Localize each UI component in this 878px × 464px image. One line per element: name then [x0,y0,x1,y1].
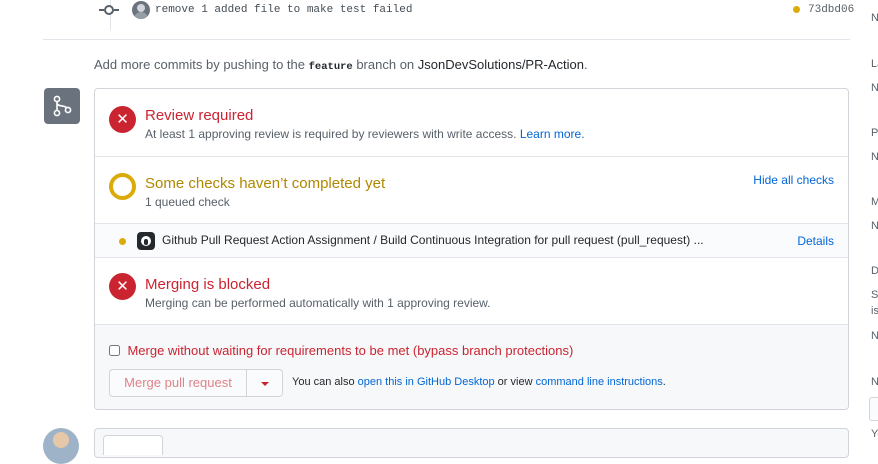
sidebar-button[interactable] [869,397,878,421]
sidebar-fragment: N [871,82,878,94]
push-info-text: Add more commits by pushing to the featu… [94,57,588,73]
bypass-label[interactable]: Merge without waiting for requirements t… [127,343,573,358]
learn-more-link[interactable]: Learn more. [520,127,585,141]
commit-icon [99,5,119,15]
checks-subtitle: 1 queued check [145,195,230,209]
command-line-instructions-link[interactable]: command line instructions [536,376,663,388]
sidebar-fragment: N [871,12,878,24]
merging-blocked-description: Merging can be performed automatically w… [145,296,491,310]
sidebar-fragment: is [871,305,878,317]
merge-pull-request-button[interactable]: Merge pull request [109,369,247,397]
check-pending-icon [119,238,126,245]
commit-status-pending-icon[interactable] [793,6,800,13]
current-user-avatar[interactable] [43,428,79,464]
sidebar-fragment: S [871,289,878,301]
push-info-suffix: . [583,57,588,72]
review-required-description: At least 1 approving review is required … [145,127,585,141]
review-description-text: At least 1 approving review is required … [145,127,520,141]
check-name: Github Pull Request Action Assignment / … [162,233,704,247]
check-row: Github Pull Request Action Assignment / … [95,224,848,258]
sidebar-fragment: La [871,58,878,70]
check-details-link[interactable]: Details [797,234,834,248]
sidebar-fragment: M [871,196,878,208]
push-info-middle: branch on [352,57,418,72]
merge-actions-section: Merge without waiting for requirements t… [95,325,848,409]
merge-alternatives-text: You can also open this in GitHub Desktop… [292,376,666,388]
merge-status-box: ✕ Review required At least 1 approving r… [94,88,849,410]
merge-method-dropdown-button[interactable] [247,369,283,397]
git-merge-icon [44,88,80,124]
branch-name: feature [308,61,353,73]
bypass-row: Merge without waiting for requirements t… [109,342,573,360]
sidebar-fragment: D [871,265,878,277]
github-logo-icon [137,232,155,250]
comment-write-tab[interactable] [103,435,163,455]
repo-name: JsonDevSolutions/PR-Action [417,57,584,72]
x-circle-icon: ✕ [109,106,136,133]
pending-ring-icon [109,173,136,200]
commit-message-link[interactable]: remove 1 added file to make test failed [155,4,412,16]
push-info-prefix: Add more commits by pushing to the [94,57,309,72]
commit-sha-link[interactable]: 73dbd06 [808,4,854,16]
review-required-title: Review required [145,107,254,124]
sidebar-fragment: Yo [871,428,878,440]
sidebar-fragment: N [871,376,878,388]
or-view-text: or view [494,376,536,388]
checks-section: Some checks haven’t completed yet 1 queu… [95,157,848,224]
review-required-section: ✕ Review required At least 1 approving r… [95,89,848,157]
comment-box [94,428,849,458]
sidebar-fragment: N [871,151,878,163]
sidebar-fragment: N [871,220,878,232]
caret-down-icon [261,382,269,386]
merging-blocked-section: ✕ Merging is blocked Merging can be perf… [95,258,848,325]
hide-all-checks-link[interactable]: Hide all checks [753,173,834,187]
sidebar-fragment: P [871,127,878,139]
also-prefix: You can also [292,376,358,388]
timeline-divider [43,39,850,40]
x-circle-icon: ✕ [109,273,136,300]
open-github-desktop-link[interactable]: open this in GitHub Desktop [358,376,495,388]
checks-title: Some checks haven’t completed yet [145,175,386,192]
merging-blocked-title: Merging is blocked [145,276,271,293]
commit-author-avatar[interactable] [132,1,150,19]
bypass-checkbox[interactable] [109,345,120,356]
sidebar-fragment: N [871,330,878,342]
also-suffix: . [662,376,666,388]
